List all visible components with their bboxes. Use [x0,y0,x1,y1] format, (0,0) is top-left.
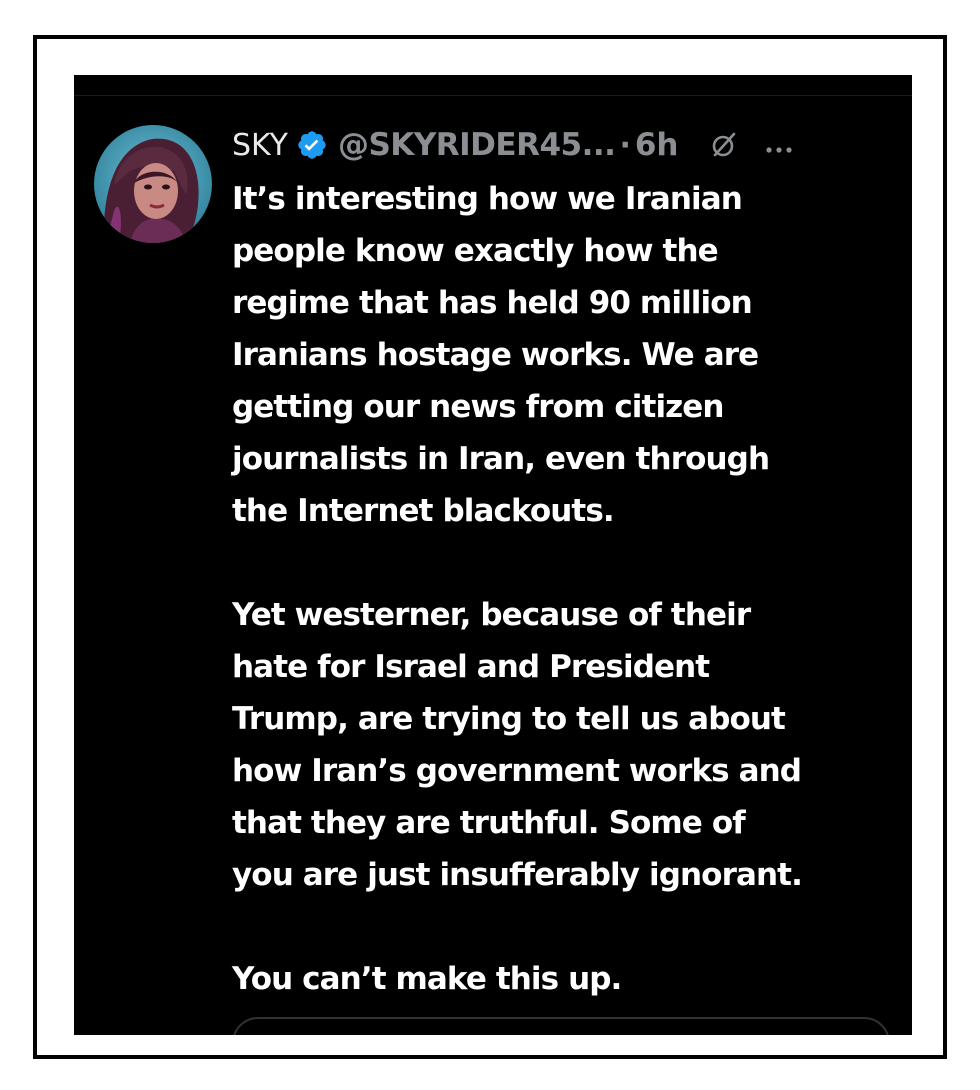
text-line: getting our news from citizen [232,389,725,425]
post-paragraph: It’s interesting how we Iranian people k… [232,173,902,537]
post-paragraph: You can’t make this up. [232,953,902,1005]
text-line: journalists in Iran, even through [232,441,770,477]
text-line: that they are truthful. Some of [232,805,746,841]
tweet-screenshot: SKY @SKYRIDER45... · 6h It’s interesting… [74,75,912,1035]
verified-badge-icon[interactable] [296,129,328,161]
text-line: It’s interesting how we Iranian [232,181,743,217]
text-line: hate for Israel and President [232,649,710,685]
text-line: Iranians hostage works. We are [232,337,759,373]
avatar[interactable] [94,125,212,243]
timestamp[interactable]: 6h [635,127,679,163]
display-name[interactable]: SKY [232,128,288,163]
text-line: the Internet blackouts. [232,493,615,529]
grok-icon[interactable] [710,131,738,159]
text-line: Yet westerner, because of their [232,597,751,633]
text-line: Trump, are trying to tell us about [232,701,786,737]
quoted-card-edge[interactable] [232,1017,890,1035]
text-line: people know exactly how the [232,233,719,269]
text-line: regime that has held 90 million [232,285,753,321]
post-paragraph: Yet westerner, because of their hate for… [232,589,902,901]
post-header: SKY @SKYRIDER45... · 6h [232,123,897,167]
text-line: You can’t make this up. [232,961,622,997]
image-frame: SKY @SKYRIDER45... · 6h It’s interesting… [33,35,947,1059]
top-divider [74,95,912,96]
post-text: It’s interesting how we Iranian people k… [232,173,902,1005]
user-handle[interactable]: @SKYRIDER45... [338,127,616,163]
text-line: you are just insufferably ignorant. [232,857,803,893]
separator-dot: · [619,127,631,163]
avatar-image [94,125,212,243]
text-line: how Iran’s government works and [232,753,802,789]
more-options-icon[interactable] [764,140,794,153]
